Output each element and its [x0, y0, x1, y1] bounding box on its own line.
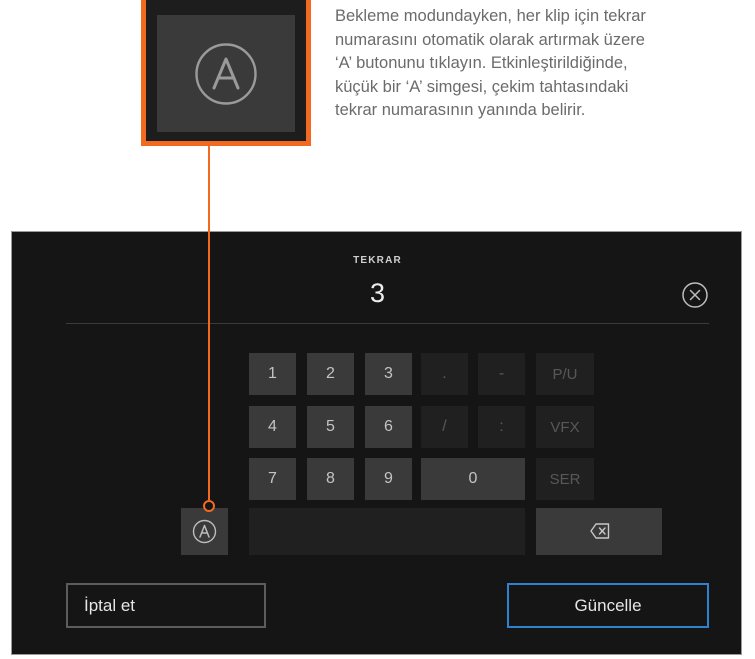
spacer-bar [249, 508, 525, 555]
backspace-icon [590, 523, 610, 539]
divider [66, 323, 709, 324]
key-vfx: VFX [536, 406, 594, 448]
key-7[interactable]: 7 [249, 458, 296, 500]
callout-inner [146, 0, 306, 141]
callout-frame [141, 0, 311, 146]
key-0[interactable]: 0 [421, 458, 525, 500]
description-line: ‘A’ butonunu tıklayın. Etkinleştirildiği… [335, 54, 628, 72]
callout-pointer-line [208, 146, 210, 503]
key-ser: SER [536, 458, 594, 500]
description-line: küçük bir ‘A’ simgesi, çekim tahtasındak… [335, 77, 629, 96]
callout-pointer-dot [203, 500, 215, 512]
key-4[interactable]: 4 [249, 406, 296, 448]
field-label: TEKRAR [353, 255, 402, 266]
key-period: . [421, 353, 468, 395]
description-line: Bekleme modundayken, her klip için tekra… [335, 7, 646, 25]
auto-increment-button[interactable] [181, 508, 228, 555]
key-colon: : [478, 406, 525, 448]
update-button[interactable]: Güncelle [507, 583, 709, 628]
key-2[interactable]: 2 [307, 353, 354, 395]
key-pu: P/U [536, 353, 594, 395]
key-3[interactable]: 3 [365, 353, 412, 395]
callout-description: Bekleme modundayken, her klip için tekra… [335, 5, 750, 123]
description-line: tekrar numarasının yanında belirir. [335, 101, 586, 119]
clear-button[interactable] [680, 280, 710, 310]
key-8[interactable]: 8 [307, 458, 354, 500]
callout-a-button [157, 15, 295, 132]
a-circle-icon [195, 43, 257, 105]
backspace-button[interactable] [536, 508, 662, 555]
take-value[interactable]: 3 [0, 278, 755, 309]
key-dash: - [478, 353, 525, 395]
a-circle-icon [192, 519, 217, 544]
key-1[interactable]: 1 [249, 353, 296, 395]
key-6[interactable]: 6 [365, 406, 412, 448]
key-5[interactable]: 5 [307, 406, 354, 448]
cancel-button[interactable]: İptal et [66, 583, 266, 628]
key-slash: / [421, 406, 468, 448]
clear-circle-icon [682, 282, 708, 308]
key-9[interactable]: 9 [365, 458, 412, 500]
description-line: numarasını otomatik olarak artırmak üzer… [335, 30, 645, 49]
